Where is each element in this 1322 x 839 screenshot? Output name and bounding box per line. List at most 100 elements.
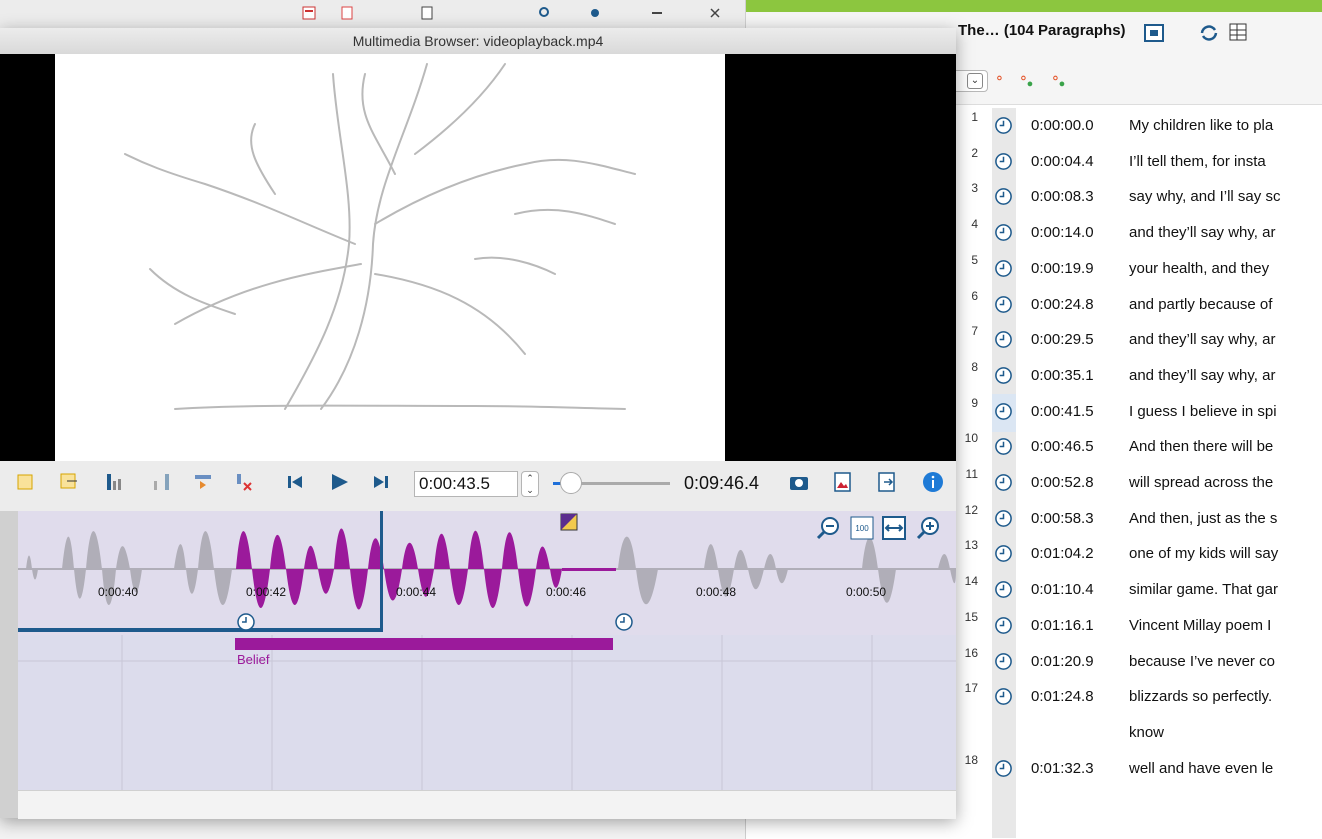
clock-icon[interactable] bbox=[994, 652, 1013, 671]
paragraph-row[interactable]: 8 0:00:35.1 and they’ll say why, ar bbox=[956, 358, 1322, 396]
paragraph-row[interactable]: 15 0:01:16.1 Vincent Millay poem I bbox=[956, 608, 1322, 646]
position-stepper[interactable]: ⌃ ⌄ bbox=[521, 471, 539, 497]
clock-icon[interactable] bbox=[994, 187, 1013, 206]
zoom-out-icon[interactable] bbox=[816, 516, 840, 540]
clock-icon[interactable] bbox=[614, 612, 634, 632]
zoom-100-icon[interactable]: 100 bbox=[850, 516, 874, 540]
paragraph-text[interactable]: say why, and I’ll say sc bbox=[1129, 188, 1280, 205]
clock-icon[interactable] bbox=[236, 612, 256, 632]
clock-icon[interactable] bbox=[994, 330, 1013, 349]
clock-icon[interactable] bbox=[994, 116, 1013, 135]
add-code-icon[interactable]: ᐤ● bbox=[1020, 72, 1033, 92]
camera-icon[interactable] bbox=[788, 471, 810, 493]
paragraph-text[interactable]: because I’ve never co bbox=[1129, 653, 1275, 670]
timestamp[interactable]: 0:00:46.5 bbox=[1031, 438, 1094, 455]
minimize-icon[interactable] bbox=[650, 6, 664, 20]
skip-forward-icon[interactable] bbox=[370, 471, 392, 493]
paragraph-row[interactable]: 12 0:00:58.3 And then, just as the s bbox=[956, 501, 1322, 539]
clock-icon[interactable] bbox=[994, 152, 1013, 171]
clock-icon[interactable] bbox=[994, 437, 1013, 456]
clock-icon[interactable] bbox=[994, 366, 1013, 385]
clock-icon[interactable] bbox=[994, 616, 1013, 635]
timestamp[interactable]: 0:00:52.8 bbox=[1031, 474, 1094, 491]
video-area[interactable] bbox=[0, 54, 956, 461]
timestamp[interactable]: 0:00:41.5 bbox=[1031, 403, 1094, 420]
timestamp[interactable]: 0:01:16.1 bbox=[1031, 617, 1094, 634]
timestamp[interactable]: 0:00:19.9 bbox=[1031, 260, 1094, 277]
table-settings-icon[interactable] bbox=[1228, 22, 1250, 44]
skip-back-icon[interactable] bbox=[284, 471, 306, 493]
paragraph-row[interactable]: 16 0:01:20.9 because I’ve never co bbox=[956, 644, 1322, 682]
play-icon[interactable] bbox=[328, 471, 350, 493]
paragraph-text[interactable]: blizzards so perfectly. bbox=[1129, 688, 1272, 705]
paragraph-row[interactable]: 4 0:00:14.0 and they’ll say why, ar bbox=[956, 215, 1322, 253]
position-field[interactable]: 0:00:43.5 bbox=[414, 471, 518, 497]
clock-icon[interactable] bbox=[994, 580, 1013, 599]
paragraph-row[interactable]: 5 0:00:19.9 your health, and they bbox=[956, 251, 1322, 289]
timestamp[interactable]: 0:00:04.4 bbox=[1031, 153, 1094, 170]
insert-segment-icon[interactable] bbox=[14, 471, 36, 493]
clock-icon[interactable] bbox=[994, 687, 1013, 706]
clock-icon[interactable] bbox=[994, 759, 1013, 778]
paragraph-row[interactable]: 18 0:01:32.3 well and have even le bbox=[956, 751, 1322, 789]
paragraph-text[interactable]: well and have even le bbox=[1129, 760, 1273, 777]
timestamp[interactable]: 0:00:24.8 bbox=[1031, 296, 1094, 313]
paragraph-text[interactable]: and they’ll say why, ar bbox=[1129, 331, 1275, 348]
set-mark-icon[interactable] bbox=[104, 471, 126, 493]
export-document-icon[interactable] bbox=[876, 471, 898, 493]
skip-marks-icon[interactable] bbox=[192, 471, 214, 493]
gear-icon[interactable] bbox=[588, 6, 602, 20]
document-icon[interactable] bbox=[420, 6, 434, 20]
clock-icon[interactable] bbox=[994, 402, 1013, 421]
export-segment-icon[interactable] bbox=[58, 471, 80, 493]
timestamp[interactable]: 0:01:32.3 bbox=[1031, 760, 1094, 777]
coded-segment-bar[interactable] bbox=[235, 638, 613, 650]
chevron-down-icon[interactable]: ⌄ bbox=[967, 73, 983, 89]
timestamp[interactable]: 0:01:04.2 bbox=[1031, 545, 1094, 562]
clock-icon[interactable] bbox=[994, 509, 1013, 528]
clock-icon[interactable] bbox=[994, 223, 1013, 242]
paragraph-row[interactable]: 9 0:00:41.5 I guess I believe in spi bbox=[956, 393, 1322, 432]
waveform-area[interactable]: 100 bbox=[18, 511, 956, 635]
timestamp[interactable]: 0:00:08.3 bbox=[1031, 188, 1094, 205]
code-document-icon[interactable] bbox=[302, 6, 316, 20]
timestamp[interactable]: 0:00:00.0 bbox=[1031, 117, 1094, 134]
search-icon[interactable] bbox=[538, 6, 552, 20]
paragraph-row[interactable]: 11 0:00:52.8 will spread across the bbox=[956, 465, 1322, 503]
paragraph-row[interactable]: 17 0:01:24.8 blizzards so perfectly. bbox=[956, 679, 1322, 717]
clock-icon[interactable] bbox=[994, 295, 1013, 314]
zoom-in-icon[interactable] bbox=[916, 516, 940, 540]
paragraph-row[interactable]: 14 0:01:10.4 similar game. That gar bbox=[956, 572, 1322, 610]
paragraph-row[interactable]: 7 0:00:29.5 and they’ll say why, ar bbox=[956, 322, 1322, 360]
paragraph-row[interactable]: 3 0:00:08.3 say why, and I’ll say sc bbox=[956, 179, 1322, 217]
paragraph-text[interactable]: similar game. That gar bbox=[1129, 581, 1278, 598]
timestamp[interactable]: 0:01:20.9 bbox=[1031, 653, 1094, 670]
paragraph-text[interactable]: and partly because of bbox=[1129, 296, 1272, 313]
paragraph-row[interactable]: 6 0:00:24.8 and partly because of bbox=[956, 287, 1322, 325]
paragraph-text[interactable]: will spread across the bbox=[1129, 474, 1273, 491]
paragraph-row[interactable]: know bbox=[956, 715, 1322, 753]
mark-right-icon[interactable] bbox=[150, 471, 172, 493]
sync-icon[interactable] bbox=[1198, 22, 1220, 44]
slider-knob[interactable] bbox=[559, 472, 582, 494]
timestamp[interactable]: 0:00:29.5 bbox=[1031, 331, 1094, 348]
clock-icon[interactable] bbox=[994, 473, 1013, 492]
paragraph-row[interactable]: 13 0:01:04.2 one of my kids will say bbox=[956, 536, 1322, 574]
paragraph-text[interactable]: My children like to pla bbox=[1129, 117, 1273, 134]
paragraph-text[interactable]: I guess I believe in spi bbox=[1129, 403, 1277, 420]
timestamp[interactable]: 0:01:24.8 bbox=[1031, 688, 1094, 705]
delete-mark-icon[interactable] bbox=[232, 471, 254, 493]
paragraph-text[interactable]: Vincent Millay poem I bbox=[1129, 617, 1271, 634]
paragraph-text[interactable]: I’ll tell them, for insta bbox=[1129, 153, 1266, 170]
image-export-icon[interactable] bbox=[832, 471, 854, 493]
paragraph-text[interactable]: and they’ll say why, ar bbox=[1129, 224, 1275, 241]
paragraph-text[interactable]: And then there will be bbox=[1129, 438, 1273, 455]
marker-flag-icon[interactable] bbox=[560, 513, 578, 531]
paragraph-text[interactable]: your health, and they bbox=[1129, 260, 1269, 277]
fit-width-icon[interactable] bbox=[882, 516, 906, 540]
media-link-icon[interactable] bbox=[1144, 24, 1164, 42]
coding-track[interactable] bbox=[18, 635, 956, 790]
clock-icon[interactable] bbox=[994, 259, 1013, 278]
paragraph-text[interactable]: And then, just as the s bbox=[1129, 510, 1277, 527]
paragraph-row[interactable]: 1 0:00:00.0 My children like to pla bbox=[956, 108, 1322, 146]
